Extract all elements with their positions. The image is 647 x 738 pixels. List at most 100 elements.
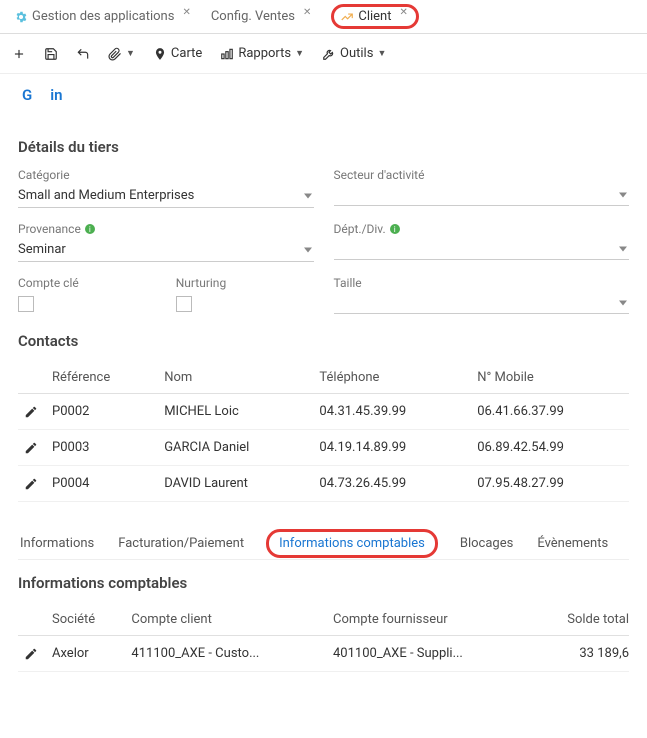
cell-tel[interactable]: 04.31.45.39.99 [313,394,471,430]
rapports-label: Rapports [238,46,291,61]
contacts-table: Référence Nom Téléphone N° Mobile P0002 … [18,362,629,502]
tab-config-ventes[interactable]: Config. Ventes ✕ [201,3,322,30]
details-form: Catégorie Small and Medium Enterprises S… [18,168,629,314]
edit-icon[interactable] [18,466,46,502]
table-row[interactable]: P0004 DAVID Laurent 04.73.26.45.99 07.95… [18,466,629,502]
section-title-accounting: Informations comptables [18,574,629,592]
cell-compte-client: 411100_AXE - Custo... [125,636,327,672]
cell-nom: GARCIA Daniel [158,430,313,466]
attach-button[interactable]: ▼ [108,47,135,61]
linkedin-icon[interactable]: in [50,86,62,104]
tab-label: Config. Ventes [211,9,295,24]
col-ref: Référence [46,362,158,394]
select-categorie[interactable]: Small and Medium Enterprises [18,184,314,208]
field-deptdiv: Dépt./Div. i [334,222,630,262]
edit-icon[interactable] [18,394,46,430]
top-tabs: Gestion des applications ✕ Config. Vente… [0,0,647,34]
subtab-comptables[interactable]: Informations comptables [279,536,425,551]
cell-ref: P0004 [46,466,158,502]
subtab-informations[interactable]: Informations [18,528,96,559]
caret-down-icon: ▼ [126,48,135,59]
label-nurturing: Nurturing [176,276,314,290]
cell-nom: DAVID Laurent [158,466,313,502]
close-icon[interactable]: ✕ [303,7,311,18]
save-button[interactable] [44,47,58,61]
col-compte-client: Compte client [125,604,327,636]
section-title-contacts: Contacts [18,332,629,350]
info-icon[interactable]: i [85,224,95,234]
rapports-button[interactable]: Rapports ▼ [220,46,304,61]
select-provenance[interactable]: Seminar [18,238,314,262]
edit-icon[interactable] [18,636,46,672]
select-taille[interactable] [334,292,630,314]
edit-icon[interactable] [18,430,46,466]
accounting-table: Société Compte client Compte fournisseur… [18,604,629,672]
tab-client[interactable]: Client ✕ [321,0,429,35]
col-mob: N° Mobile [471,362,629,394]
carte-label: Carte [171,46,202,61]
label-secteur: Secteur d'activité [334,168,630,182]
field-compte-cle: Compte clé [18,276,156,314]
google-icon[interactable]: G [22,86,32,104]
main-content: G in Détails du tiers Catégorie Small an… [0,74,647,692]
cell-ref: P0003 [46,430,158,466]
label-deptdiv: Dépt./Div. i [334,222,630,236]
field-provenance: Provenance i Seminar [18,222,314,262]
info-icon[interactable]: i [390,224,400,234]
highlight-marker: Client ✕ [331,4,419,29]
tab-label: Client [358,9,391,24]
label-provenance: Provenance i [18,222,314,236]
field-row-compte-nurturing: Compte clé Nurturing [18,276,314,314]
add-button[interactable] [12,47,26,61]
field-categorie: Catégorie Small and Medium Enterprises [18,168,314,208]
tab-apps[interactable]: Gestion des applications ✕ [4,3,201,30]
close-icon[interactable]: ✕ [399,7,407,18]
checkbox-compte-cle[interactable] [18,296,34,312]
cell-ref: P0002 [46,394,158,430]
field-taille: Taille [334,276,630,314]
subtab-facturation[interactable]: Facturation/Paiement [116,528,246,559]
checkbox-nurturing[interactable] [176,296,192,312]
cell-solde: 33 189,6 [531,636,629,672]
select-secteur[interactable] [334,184,630,206]
tab-label: Gestion des applications [32,9,174,24]
table-row[interactable]: Axelor 411100_AXE - Custo... 401100_AXE … [18,636,629,672]
close-icon[interactable]: ✕ [182,7,190,18]
gear-icon [14,9,28,24]
field-secteur: Secteur d'activité [334,168,630,208]
carte-button[interactable]: Carte [153,46,202,61]
cell-mob[interactable]: 07.95.48.27.99 [471,466,629,502]
undo-button[interactable] [76,47,90,61]
col-societe: Société [46,604,125,636]
social-links: G in [18,80,629,120]
label-compte-cle: Compte clé [18,276,156,290]
subtab-evenements[interactable]: Évènements [535,528,610,559]
label-categorie: Catégorie [18,168,314,182]
cell-compte-fournisseur: 401100_AXE - Suppli... [327,636,531,672]
subtab-blocages[interactable]: Blocages [458,528,515,559]
col-solde: Solde total [531,604,629,636]
field-nurturing: Nurturing [176,276,314,314]
select-deptdiv[interactable] [334,238,630,260]
caret-down-icon: ▼ [377,48,386,59]
table-row[interactable]: P0003 GARCIA Daniel 04.19.14.89.99 06.89… [18,430,629,466]
col-nom: Nom [158,362,313,394]
section-title-details: Détails du tiers [18,138,629,156]
chart-line-icon [340,9,354,24]
toolbar: ▼ Carte Rapports ▼ Outils ▼ [0,34,647,74]
caret-down-icon: ▼ [295,48,304,59]
cell-societe: Axelor [46,636,125,672]
highlight-marker: Informations comptables [266,529,438,558]
accounting-section: Informations comptables Société Compte c… [18,574,629,672]
table-row[interactable]: P0002 MICHEL Loic 04.31.45.39.99 06.41.6… [18,394,629,430]
outils-button[interactable]: Outils ▼ [322,46,386,61]
outils-label: Outils [340,46,373,61]
cell-mob[interactable]: 06.89.42.54.99 [471,430,629,466]
cell-tel[interactable]: 04.73.26.45.99 [313,466,471,502]
cell-mob[interactable]: 06.41.66.37.99 [471,394,629,430]
col-compte-fournisseur: Compte fournisseur [327,604,531,636]
cell-tel[interactable]: 04.19.14.89.99 [313,430,471,466]
subtabs: Informations Facturation/Paiement Inform… [18,528,629,560]
label-taille: Taille [334,276,630,290]
col-tel: Téléphone [313,362,471,394]
